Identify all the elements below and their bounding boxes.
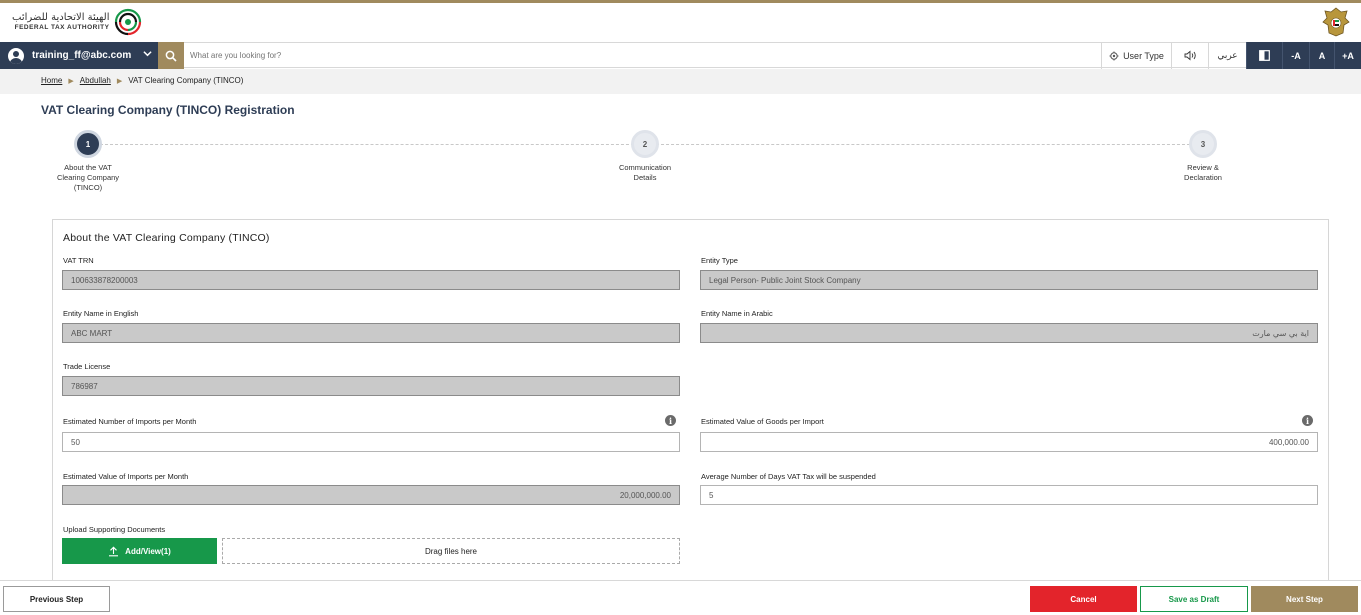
fta-logo-mark-icon bbox=[115, 8, 142, 36]
step-2[interactable]: 2 Communication Details bbox=[595, 130, 695, 183]
entity-name-ar-field: اية بي سي مارت bbox=[700, 323, 1318, 343]
step-3[interactable]: 3 Review & Declaration bbox=[1153, 130, 1253, 183]
site-header: الهيئة الاتحادية للضرائب FEDERAL TAX AUT… bbox=[0, 3, 1361, 41]
add-view-label: Add/View(1) bbox=[125, 546, 171, 556]
user-menu[interactable]: training_ff@abc.com bbox=[0, 42, 158, 69]
logo-text: الهيئة الاتحادية للضرائب FEDERAL TAX AUT… bbox=[12, 11, 110, 32]
tinco-details-panel: About the VAT Clearing Company (TINCO) V… bbox=[52, 219, 1329, 615]
breadcrumb-parent[interactable]: Abdullah bbox=[80, 76, 111, 85]
registration-stepper: 1 About the VAT Clearing Company (TINCO)… bbox=[0, 130, 1361, 200]
upload-icon bbox=[109, 546, 119, 556]
gear-icon bbox=[1109, 51, 1119, 60]
previous-step-button[interactable]: Previous Step bbox=[3, 586, 110, 612]
search-button[interactable] bbox=[158, 42, 184, 69]
entity-name-en-field: ABC MART bbox=[62, 323, 680, 343]
goods-value-label: Estimated Value of Goods per Import bbox=[701, 417, 824, 426]
step-1-number: 1 bbox=[74, 130, 102, 158]
user-avatar-icon bbox=[8, 47, 24, 64]
entity-type-field: Legal Person- Public Joint Stock Company bbox=[700, 270, 1318, 290]
info-icon[interactable]: i bbox=[1302, 415, 1313, 426]
step-2-number: 2 bbox=[631, 130, 659, 158]
imports-per-month-label: Estimated Number of Imports per Month bbox=[63, 417, 197, 426]
step-2-label: Communication Details bbox=[618, 163, 672, 182]
top-navbar: training_ff@abc.com User Type عربي bbox=[0, 42, 1361, 69]
imports-per-month-input[interactable]: 50 bbox=[62, 432, 680, 452]
step-1[interactable]: 1 About the VAT Clearing Company (TINCO) bbox=[38, 130, 138, 192]
arabic-label: عربي bbox=[1217, 50, 1238, 60]
days-suspended-input[interactable]: 5 bbox=[700, 485, 1318, 505]
contrast-toggle[interactable] bbox=[1246, 42, 1282, 69]
logo-english: FEDERAL TAX AUTHORITY bbox=[14, 23, 110, 31]
font-normal-label: A bbox=[1318, 50, 1326, 61]
file-dropzone[interactable]: Drag files here bbox=[222, 538, 680, 564]
font-normal-button[interactable]: A bbox=[1309, 42, 1334, 69]
text-to-speech-button[interactable] bbox=[1171, 42, 1208, 69]
accessibility-toolbar: User Type عربي -A A +A bbox=[1101, 42, 1361, 69]
logo-arabic: الهيئة الاتحادية للضرائب bbox=[12, 11, 110, 23]
user-email: training_ff@abc.com bbox=[32, 50, 132, 61]
goods-value-input[interactable]: 400,000.00 bbox=[700, 432, 1318, 452]
add-view-button[interactable]: Add/View(1) bbox=[62, 538, 217, 564]
uae-emblem-icon bbox=[1322, 7, 1350, 37]
breadcrumb-current: VAT Clearing Company (TINCO) bbox=[128, 76, 244, 85]
upload-label: Upload Supporting Documents bbox=[63, 525, 166, 534]
vat-trn-field: 100633878200003 bbox=[62, 270, 680, 290]
contrast-icon bbox=[1259, 50, 1270, 61]
page-title: VAT Clearing Company (TINCO) Registratio… bbox=[41, 103, 295, 117]
trade-license-label: Trade License bbox=[63, 362, 111, 371]
cancel-button[interactable]: Cancel bbox=[1030, 586, 1137, 612]
breadcrumb: Home ▶ Abdullah ▶ VAT Clearing Company (… bbox=[41, 76, 243, 85]
font-increase-button[interactable]: +A bbox=[1334, 42, 1361, 69]
step-3-number: 3 bbox=[1189, 130, 1217, 158]
section-title: About the VAT Clearing Company (TINCO) bbox=[63, 232, 270, 244]
search-input[interactable] bbox=[190, 46, 590, 64]
search-icon bbox=[165, 50, 177, 62]
info-icon[interactable]: i bbox=[665, 415, 676, 426]
save-draft-button[interactable]: Save as Draft bbox=[1140, 586, 1248, 612]
imports-value-field: 20,000,000.00 bbox=[62, 485, 680, 505]
trade-license-field: 786987 bbox=[62, 376, 680, 396]
step-1-label: About the VAT Clearing Company (TINCO) bbox=[56, 163, 120, 192]
entity-name-ar-label: Entity Name in Arabic bbox=[701, 309, 773, 318]
days-suspended-label: Average Number of Days VAT Tax will be s… bbox=[701, 472, 876, 481]
footer-actions: Previous Step Cancel Save as Draft Next … bbox=[0, 580, 1361, 615]
entity-name-en-label: Entity Name in English bbox=[63, 309, 139, 318]
font-increase-label: +A bbox=[1342, 50, 1354, 61]
next-step-button[interactable]: Next Step bbox=[1251, 586, 1358, 612]
user-type-button[interactable]: User Type bbox=[1101, 42, 1171, 69]
step-3-label: Review & Declaration bbox=[1184, 163, 1222, 182]
imports-value-label: Estimated Value of Imports per Month bbox=[63, 472, 189, 481]
chevron-down-icon[interactable] bbox=[143, 49, 152, 61]
dropzone-label: Drag files here bbox=[424, 546, 478, 556]
font-decrease-button[interactable]: -A bbox=[1282, 42, 1309, 69]
language-toggle[interactable]: عربي bbox=[1208, 42, 1246, 69]
breadcrumb-bar: Home ▶ Abdullah ▶ VAT Clearing Company (… bbox=[0, 69, 1361, 94]
breadcrumb-separator-icon: ▶ bbox=[68, 77, 74, 85]
breadcrumb-home[interactable]: Home bbox=[41, 76, 62, 85]
entity-type-label: Entity Type bbox=[701, 256, 738, 265]
font-decrease-label: -A bbox=[1291, 50, 1301, 61]
speaker-icon bbox=[1184, 50, 1196, 61]
breadcrumb-separator-icon: ▶ bbox=[116, 77, 123, 85]
vat-trn-label: VAT TRN bbox=[63, 256, 94, 265]
fta-logo[interactable]: الهيئة الاتحادية للضرائب FEDERAL TAX AUT… bbox=[12, 7, 143, 37]
user-type-label: User Type bbox=[1123, 50, 1164, 61]
